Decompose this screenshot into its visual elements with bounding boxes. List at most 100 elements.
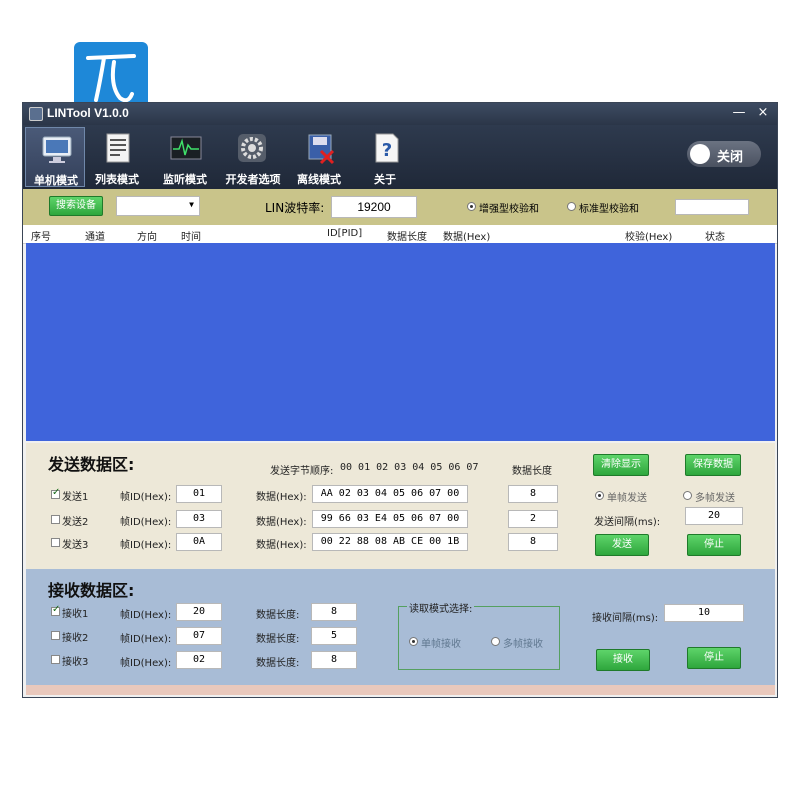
frame-id-label: 帧ID(Hex):: [120, 610, 172, 621]
receive-stop-button[interactable]: 停止: [687, 647, 741, 669]
tool-label: 监听模式: [163, 173, 207, 186]
receive2-label: 接收2: [62, 633, 89, 644]
baud-input[interactable]: 19200: [331, 196, 417, 218]
send-title: 发送数据区:: [48, 455, 135, 474]
frame-id-label: 帧ID(Hex):: [120, 540, 172, 551]
standard-checksum-radio[interactable]: [567, 202, 576, 211]
receive2-checkbox[interactable]: [51, 631, 60, 640]
message-grid[interactable]: [26, 243, 775, 441]
col-time: 时间: [181, 232, 201, 243]
tool-developer-options[interactable]: 开发者选项: [221, 127, 285, 187]
send1-id-input[interactable]: 01: [176, 485, 222, 503]
send2-id-input[interactable]: 03: [176, 510, 222, 528]
length-label: 数据长度:: [256, 634, 300, 645]
data-label: 数据(Hex):: [256, 492, 307, 503]
receive1-length-input[interactable]: 8: [311, 603, 357, 621]
receive1-label: 接收1: [62, 609, 89, 620]
multi-frame-send-radio[interactable]: [683, 491, 692, 500]
frame-id-label: 帧ID(Hex):: [120, 634, 172, 645]
baud-label: LIN波特率:: [265, 201, 325, 215]
send-interval-input[interactable]: 20: [685, 507, 743, 525]
minimize-button[interactable]: —: [729, 104, 749, 122]
config-bar: 搜索设备 ▼ LIN波特率: 19200 增强型校验和 标准型校验和: [23, 189, 777, 225]
save-data-button[interactable]: 保存数据: [685, 454, 741, 476]
data-label: 数据(Hex):: [256, 517, 307, 528]
send3-checkbox[interactable]: [51, 538, 60, 547]
search-device-button[interactable]: 搜索设备: [49, 196, 103, 216]
status-field: [675, 199, 749, 215]
receive-button[interactable]: 接收: [596, 649, 650, 671]
send1-checkbox[interactable]: [51, 487, 60, 499]
send2-data-input[interactable]: 99 66 03 E4 05 06 07 00: [312, 510, 468, 528]
byte-order-label: 发送字节顺序:: [270, 466, 334, 477]
list-icon: [106, 133, 130, 163]
send3-label: 发送3: [62, 540, 89, 551]
receive-interval-label: 接收间隔(ms):: [592, 613, 659, 624]
send-stop-button[interactable]: 停止: [687, 534, 741, 556]
svg-text:?: ?: [382, 140, 392, 161]
send1-length-input[interactable]: 8: [508, 485, 558, 503]
byte-order-value: 00 01 02 03 04 05 06 07: [340, 462, 479, 473]
tool-label: 开发者选项: [225, 173, 281, 186]
tool-list-mode[interactable]: 列表模式: [87, 127, 147, 187]
receive1-checkbox[interactable]: [51, 604, 60, 616]
col-checksum: 校验(Hex): [625, 232, 673, 243]
receive-area: 接收数据区: 接收1 帧ID(Hex): 20 数据长度: 8 接收2 帧ID(…: [26, 569, 775, 685]
toggle-label: 关闭: [717, 150, 744, 165]
disk-icon: [308, 134, 335, 165]
data-label: 数据(Hex):: [256, 540, 307, 551]
tool-label: 单机模式: [34, 174, 78, 187]
read-mode-label: 读取模式选择:: [407, 600, 475, 615]
receive3-label: 接收3: [62, 657, 89, 668]
monitor-icon: [42, 136, 72, 163]
col-status: 状态: [705, 232, 725, 243]
send-interval-label: 发送间隔(ms):: [594, 517, 661, 528]
standard-checksum-label: 标准型校验和: [579, 204, 639, 215]
help-icon: ?: [375, 133, 399, 163]
single-frame-send-label: 单帧发送: [607, 493, 647, 504]
tool-about[interactable]: ? 关于: [355, 127, 415, 187]
tool-offline-mode[interactable]: 离线模式: [289, 127, 349, 187]
device-select[interactable]: ▼: [116, 196, 200, 216]
receive2-id-input[interactable]: 07: [176, 627, 222, 645]
col-direction: 方向: [137, 232, 157, 243]
col-id: ID[PID]: [327, 228, 363, 239]
send2-checkbox[interactable]: [51, 515, 60, 524]
receive1-id-input[interactable]: 20: [176, 603, 222, 621]
col-length: 数据长度: [387, 232, 427, 243]
send-area: 发送数据区: 发送字节顺序: 00 01 02 03 04 05 06 07 数…: [26, 443, 775, 569]
multi-frame-receive-radio[interactable]: [491, 637, 500, 646]
frame-id-label: 帧ID(Hex):: [120, 492, 172, 503]
receive3-length-input[interactable]: 8: [311, 651, 357, 669]
receive2-length-input[interactable]: 5: [311, 627, 357, 645]
toggle-knob: [690, 144, 710, 164]
tool-monitor-mode[interactable]: 监听模式: [155, 127, 215, 187]
single-frame-send-radio[interactable]: [595, 491, 604, 500]
power-toggle[interactable]: 关闭: [687, 141, 761, 167]
tool-label: 关于: [374, 173, 396, 186]
frame-id-label: 帧ID(Hex):: [120, 658, 172, 669]
receive3-checkbox[interactable]: [51, 655, 60, 664]
length-label: 数据长度:: [256, 658, 300, 669]
close-button[interactable]: ×: [753, 104, 773, 122]
send3-length-input[interactable]: 8: [508, 533, 558, 551]
clear-display-button[interactable]: 清除显示: [593, 454, 649, 476]
receive-interval-input[interactable]: 10: [664, 604, 744, 622]
send2-length-input[interactable]: 2: [508, 510, 558, 528]
receive-title: 接收数据区:: [48, 581, 135, 600]
enhanced-checksum-radio[interactable]: [467, 202, 476, 211]
send3-data-input[interactable]: 00 22 88 08 AB CE 00 1B: [312, 533, 468, 551]
single-frame-receive-label: 单帧接收: [421, 639, 461, 650]
tool-standalone-mode[interactable]: 单机模式: [25, 127, 85, 187]
send3-id-input[interactable]: 0A: [176, 533, 222, 551]
tool-label: 离线模式: [297, 173, 341, 186]
gear-icon: [238, 134, 266, 162]
send1-label: 发送1: [62, 492, 89, 503]
send2-label: 发送2: [62, 517, 89, 528]
col-index: 序号: [31, 232, 51, 243]
receive3-id-input[interactable]: 02: [176, 651, 222, 669]
send1-data-input[interactable]: AA 02 03 04 05 06 07 00: [312, 485, 468, 503]
single-frame-receive-radio[interactable]: [409, 637, 418, 646]
col-channel: 通道: [85, 232, 105, 243]
send-button[interactable]: 发送: [595, 534, 649, 556]
